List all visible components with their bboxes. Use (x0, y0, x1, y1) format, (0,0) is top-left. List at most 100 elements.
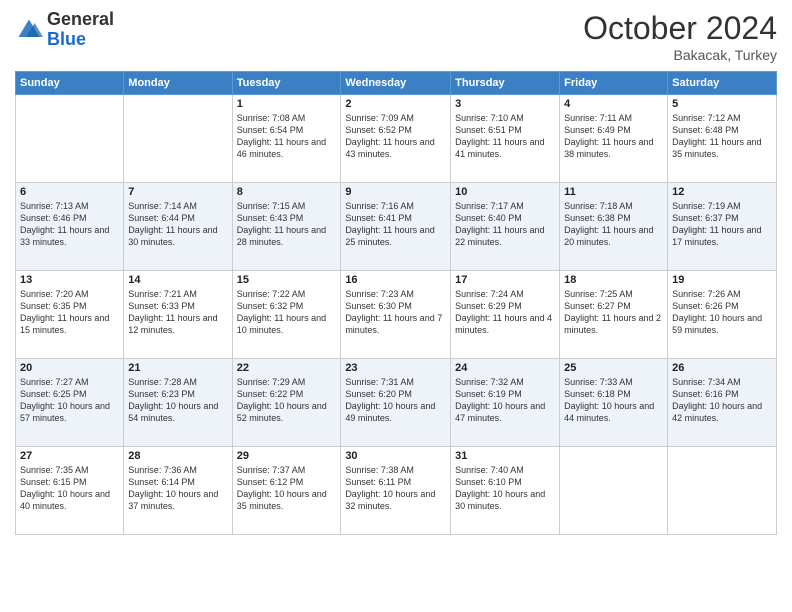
day-info: Sunrise: 7:36 AMSunset: 6:14 PMDaylight:… (128, 464, 227, 513)
day-info: Sunrise: 7:31 AMSunset: 6:20 PMDaylight:… (345, 376, 446, 425)
day-info: Sunrise: 7:09 AMSunset: 6:52 PMDaylight:… (345, 112, 446, 161)
day-info: Sunrise: 7:28 AMSunset: 6:23 PMDaylight:… (128, 376, 227, 425)
table-row: 27 Sunrise: 7:35 AMSunset: 6:15 PMDaylig… (16, 447, 124, 535)
day-info: Sunrise: 7:23 AMSunset: 6:30 PMDaylight:… (345, 288, 446, 337)
day-info: Sunrise: 7:34 AMSunset: 6:16 PMDaylight:… (672, 376, 772, 425)
table-row (16, 95, 124, 183)
table-row: 29 Sunrise: 7:37 AMSunset: 6:12 PMDaylig… (232, 447, 341, 535)
day-number: 26 (672, 362, 772, 374)
day-number: 18 (564, 274, 663, 286)
table-row: 19 Sunrise: 7:26 AMSunset: 6:26 PMDaylig… (668, 271, 777, 359)
calendar-week-row: 20 Sunrise: 7:27 AMSunset: 6:25 PMDaylig… (16, 359, 777, 447)
day-info: Sunrise: 7:26 AMSunset: 6:26 PMDaylight:… (672, 288, 772, 337)
day-info: Sunrise: 7:35 AMSunset: 6:15 PMDaylight:… (20, 464, 119, 513)
table-row: 20 Sunrise: 7:27 AMSunset: 6:25 PMDaylig… (16, 359, 124, 447)
logo-text: General Blue (47, 10, 114, 50)
day-info: Sunrise: 7:37 AMSunset: 6:12 PMDaylight:… (237, 464, 337, 513)
table-row: 3 Sunrise: 7:10 AMSunset: 6:51 PMDayligh… (451, 95, 560, 183)
day-number: 20 (20, 362, 119, 374)
day-number: 24 (455, 362, 555, 374)
table-row: 15 Sunrise: 7:22 AMSunset: 6:32 PMDaylig… (232, 271, 341, 359)
weekday-header-row: Sunday Monday Tuesday Wednesday Thursday… (16, 72, 777, 95)
day-number: 8 (237, 186, 337, 198)
table-row: 10 Sunrise: 7:17 AMSunset: 6:40 PMDaylig… (451, 183, 560, 271)
table-row: 22 Sunrise: 7:29 AMSunset: 6:22 PMDaylig… (232, 359, 341, 447)
day-number: 17 (455, 274, 555, 286)
day-info: Sunrise: 7:25 AMSunset: 6:27 PMDaylight:… (564, 288, 663, 337)
day-info: Sunrise: 7:14 AMSunset: 6:44 PMDaylight:… (128, 200, 227, 249)
day-number: 30 (345, 450, 446, 462)
header-wednesday: Wednesday (341, 72, 451, 95)
day-number: 6 (20, 186, 119, 198)
day-info: Sunrise: 7:22 AMSunset: 6:32 PMDaylight:… (237, 288, 337, 337)
table-row: 26 Sunrise: 7:34 AMSunset: 6:16 PMDaylig… (668, 359, 777, 447)
day-number: 11 (564, 186, 663, 198)
day-info: Sunrise: 7:15 AMSunset: 6:43 PMDaylight:… (237, 200, 337, 249)
day-number: 25 (564, 362, 663, 374)
calendar-week-row: 1 Sunrise: 7:08 AMSunset: 6:54 PMDayligh… (16, 95, 777, 183)
calendar-week-row: 27 Sunrise: 7:35 AMSunset: 6:15 PMDaylig… (16, 447, 777, 535)
calendar-week-row: 13 Sunrise: 7:20 AMSunset: 6:35 PMDaylig… (16, 271, 777, 359)
day-number: 23 (345, 362, 446, 374)
day-info: Sunrise: 7:33 AMSunset: 6:18 PMDaylight:… (564, 376, 663, 425)
day-number: 10 (455, 186, 555, 198)
day-number: 28 (128, 450, 227, 462)
calendar-week-row: 6 Sunrise: 7:13 AMSunset: 6:46 PMDayligh… (16, 183, 777, 271)
page: General Blue October 2024 Bakacak, Turke… (0, 0, 792, 612)
table-row: 2 Sunrise: 7:09 AMSunset: 6:52 PMDayligh… (341, 95, 451, 183)
table-row: 17 Sunrise: 7:24 AMSunset: 6:29 PMDaylig… (451, 271, 560, 359)
table-row (668, 447, 777, 535)
day-info: Sunrise: 7:17 AMSunset: 6:40 PMDaylight:… (455, 200, 555, 249)
day-number: 12 (672, 186, 772, 198)
location: Bakacak, Turkey (583, 47, 777, 63)
day-number: 22 (237, 362, 337, 374)
day-info: Sunrise: 7:29 AMSunset: 6:22 PMDaylight:… (237, 376, 337, 425)
day-number: 21 (128, 362, 227, 374)
day-info: Sunrise: 7:08 AMSunset: 6:54 PMDaylight:… (237, 112, 337, 161)
title-block: October 2024 Bakacak, Turkey (583, 10, 777, 63)
day-number: 27 (20, 450, 119, 462)
table-row: 21 Sunrise: 7:28 AMSunset: 6:23 PMDaylig… (124, 359, 232, 447)
day-info: Sunrise: 7:13 AMSunset: 6:46 PMDaylight:… (20, 200, 119, 249)
header-monday: Monday (124, 72, 232, 95)
day-number: 19 (672, 274, 772, 286)
day-number: 14 (128, 274, 227, 286)
day-number: 13 (20, 274, 119, 286)
day-info: Sunrise: 7:10 AMSunset: 6:51 PMDaylight:… (455, 112, 555, 161)
header-saturday: Saturday (668, 72, 777, 95)
day-info: Sunrise: 7:38 AMSunset: 6:11 PMDaylight:… (345, 464, 446, 513)
header-thursday: Thursday (451, 72, 560, 95)
table-row: 8 Sunrise: 7:15 AMSunset: 6:43 PMDayligh… (232, 183, 341, 271)
day-info: Sunrise: 7:21 AMSunset: 6:33 PMDaylight:… (128, 288, 227, 337)
table-row (124, 95, 232, 183)
table-row: 12 Sunrise: 7:19 AMSunset: 6:37 PMDaylig… (668, 183, 777, 271)
header-friday: Friday (560, 72, 668, 95)
table-row: 1 Sunrise: 7:08 AMSunset: 6:54 PMDayligh… (232, 95, 341, 183)
month-title: October 2024 (583, 10, 777, 47)
day-number: 16 (345, 274, 446, 286)
logo-general: General (47, 9, 114, 29)
day-info: Sunrise: 7:40 AMSunset: 6:10 PMDaylight:… (455, 464, 555, 513)
day-number: 31 (455, 450, 555, 462)
day-info: Sunrise: 7:11 AMSunset: 6:49 PMDaylight:… (564, 112, 663, 161)
day-number: 29 (237, 450, 337, 462)
day-info: Sunrise: 7:12 AMSunset: 6:48 PMDaylight:… (672, 112, 772, 161)
table-row: 14 Sunrise: 7:21 AMSunset: 6:33 PMDaylig… (124, 271, 232, 359)
day-info: Sunrise: 7:18 AMSunset: 6:38 PMDaylight:… (564, 200, 663, 249)
table-row: 18 Sunrise: 7:25 AMSunset: 6:27 PMDaylig… (560, 271, 668, 359)
header-tuesday: Tuesday (232, 72, 341, 95)
day-number: 9 (345, 186, 446, 198)
table-row: 11 Sunrise: 7:18 AMSunset: 6:38 PMDaylig… (560, 183, 668, 271)
header-sunday: Sunday (16, 72, 124, 95)
day-info: Sunrise: 7:24 AMSunset: 6:29 PMDaylight:… (455, 288, 555, 337)
table-row: 24 Sunrise: 7:32 AMSunset: 6:19 PMDaylig… (451, 359, 560, 447)
table-row: 28 Sunrise: 7:36 AMSunset: 6:14 PMDaylig… (124, 447, 232, 535)
day-info: Sunrise: 7:27 AMSunset: 6:25 PMDaylight:… (20, 376, 119, 425)
table-row: 16 Sunrise: 7:23 AMSunset: 6:30 PMDaylig… (341, 271, 451, 359)
calendar: Sunday Monday Tuesday Wednesday Thursday… (15, 71, 777, 535)
table-row: 6 Sunrise: 7:13 AMSunset: 6:46 PMDayligh… (16, 183, 124, 271)
day-info: Sunrise: 7:16 AMSunset: 6:41 PMDaylight:… (345, 200, 446, 249)
table-row: 30 Sunrise: 7:38 AMSunset: 6:11 PMDaylig… (341, 447, 451, 535)
table-row: 9 Sunrise: 7:16 AMSunset: 6:41 PMDayligh… (341, 183, 451, 271)
table-row: 5 Sunrise: 7:12 AMSunset: 6:48 PMDayligh… (668, 95, 777, 183)
